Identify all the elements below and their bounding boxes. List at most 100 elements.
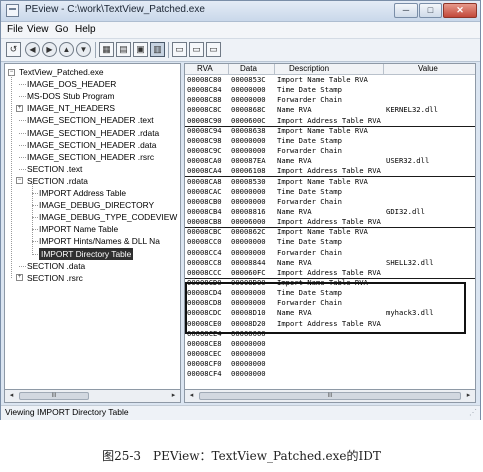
description-cell: Import Name Table RVA [277,75,368,84]
tree-item[interactable]: SECTION .text [27,163,82,175]
word-view-button[interactable]: ▤ [116,42,131,57]
table-row[interactable]: 00008CC0 00000000 Time Date Stamp [185,237,475,247]
options-button[interactable]: ▭ [189,42,204,57]
rva-cell: 00008CCC [187,267,222,277]
maximize-button[interactable]: □ [419,3,442,18]
description-cell: Import Address Table RVA [277,166,381,176]
tree-item[interactable]: SECTION .rsrc [27,272,83,284]
table-row[interactable]: 00008CAC 00000000 Time Date Stamp [185,187,475,197]
structure-view-button[interactable]: ▭ [172,42,187,57]
forward-button[interactable]: ▶ [42,42,57,57]
table-row[interactable]: 00008C98 00000000 Time Date Stamp [185,136,475,146]
rva-cell: 00008CEC [187,349,222,359]
tree-item[interactable]: MS-DOS Stub Program [27,90,115,102]
tree-horizontal-scrollbar[interactable]: ◂ III ▸ [4,390,181,403]
qword-view-icon: ▥ [153,44,162,54]
back-button[interactable]: ◀ [25,42,40,57]
tree-item[interactable]: IMPORT Hints/Names & DLL Na [39,235,160,247]
table-row[interactable]: 00008CA0 000087EA Name RVA USER32.dll [185,156,475,166]
table-row[interactable]: 00008C94 00008638 Import Name Table RVA [185,126,475,136]
table-row[interactable]: 00008CB4 00008816 Name RVA GDI32.dll [185,207,475,217]
column-rva[interactable]: RVA [197,64,213,74]
scroll-grip-icon: III [51,393,57,399]
dword-view-button[interactable]: ▣ [133,42,148,57]
scroll-left-icon[interactable]: ◂ [186,391,197,401]
expand-icon[interactable]: + [16,274,23,282]
menu-help[interactable]: Help [75,24,96,35]
table-row[interactable]: 00008CF4 00000000 [185,369,475,379]
tree-item[interactable]: TextView_Patched.exe [19,66,104,78]
table-row[interactable]: 00008C9C 00000000 Forwarder Chain [185,146,475,156]
menu-view[interactable]: View [27,24,49,35]
column-description[interactable]: Description [289,64,329,74]
table-row[interactable]: 00008CC4 00000000 Forwarder Chain [185,248,475,258]
tree-item[interactable]: IMPORT Directory Table [39,247,134,260]
data-cell: 00000000 [231,146,266,156]
data-cell: 0000868C [231,105,266,115]
up-button[interactable]: ▲ [59,42,74,57]
table-row[interactable]: 00008CBC 0000862C Import Name Table RVA [185,227,475,237]
tree-item[interactable]: IMAGE_SECTION_HEADER .rsrc [27,151,154,163]
open-button[interactable]: ↺ [6,42,21,57]
rva-cell: 00008CF4 [187,369,222,379]
tree-item[interactable]: IMAGE_SECTION_HEADER .rdata [27,127,159,139]
data-cell: 00000000 [231,135,266,145]
tree-item[interactable]: IMAGE_SECTION_HEADER .text [27,114,154,126]
table-row[interactable]: 00008CF0 00000000 [185,359,475,369]
minimize-button[interactable]: ─ [394,3,418,18]
data-cell: 000060FC [231,267,266,277]
scroll-right-icon[interactable]: ▸ [168,391,179,401]
tree-item[interactable]: SECTION .data [27,260,85,272]
tree-item[interactable]: IMAGE_SECTION_HEADER .data [27,139,156,151]
value-cell: USER32.dll [386,156,430,166]
table-row[interactable]: 00008CB0 00000000 Forwarder Chain [185,197,475,207]
table-row[interactable]: 00008C88 00000000 Forwarder Chain [185,95,475,105]
rva-cell: 00008CBC [187,227,222,237]
tree-item[interactable]: IMPORT Address Table [39,187,126,199]
tree-item[interactable]: SECTION .rdata [27,175,88,187]
tree-item[interactable]: IMAGE_NT_HEADERS [27,102,115,114]
expand-icon[interactable]: + [16,104,23,112]
tree-item[interactable]: IMAGE_DOS_HEADER [27,78,116,90]
resize-grip-icon[interactable]: ⋰ [469,408,477,417]
column-header: RVA Data Description Value [185,64,475,75]
tree-item[interactable]: IMAGE_DEBUG_TYPE_CODEVIEW [39,211,177,223]
menu-go[interactable]: Go [55,24,68,35]
column-data[interactable]: Data [240,64,257,74]
scroll-right-icon[interactable]: ▸ [463,391,474,401]
help-button[interactable]: ▭ [206,42,221,57]
data-pane[interactable]: RVA Data Description Value 00008C80 00008… [184,63,476,390]
data-horizontal-scrollbar[interactable]: ◂ III ▸ [184,390,476,403]
table-row[interactable]: 00008CEC 00000000 [185,349,475,359]
description-cell: Forwarder Chain [277,146,342,156]
qword-view-button[interactable]: ▥ [150,42,165,57]
data-cell: 00000000 [231,95,266,105]
close-button[interactable]: ✕ [443,3,477,18]
value-cell: SHELL32.dll [386,257,434,267]
title-bar[interactable]: PEview - C:\work\TextView_Patched.exe ─ … [1,1,480,22]
table-row[interactable]: 00008C8C 0000868C Name RVA KERNEL32.dll [185,105,475,115]
table-row[interactable]: 00008C80 0000853C Import Name Table RVA [185,75,475,85]
down-button[interactable]: ▼ [76,42,91,57]
rva-cell: 00008C9C [187,146,222,156]
table-row[interactable]: 00008CA8 00008530 Import Name Table RVA [185,177,475,187]
tree-item[interactable]: IMPORT Name Table [39,223,118,235]
description-cell: Name RVA [277,257,312,267]
byte-view-button[interactable]: ▦ [99,42,114,57]
scroll-thumb[interactable]: III [19,392,89,400]
table-row[interactable]: 00008C84 00000000 Time Date Stamp [185,85,475,95]
tree-item[interactable]: IMAGE_DEBUG_DIRECTORY [39,199,154,211]
menu-file[interactable]: File [7,24,23,35]
description-cell: Name RVA [277,105,312,115]
table-row[interactable]: 00008CC8 00008844 Name RVA SHELL32.dll [185,258,475,268]
description-cell: Import Name Table RVA [277,125,368,135]
back-icon: ◀ [29,45,36,54]
rva-cell: 00008CA0 [187,156,222,166]
table-row[interactable]: 00008CE8 00000000 [185,339,475,349]
tree-pane[interactable]: TextView_Patched.exe − IMAGE_DOS_HEADER MS-… [4,63,181,390]
scroll-left-icon[interactable]: ◂ [6,391,17,401]
scroll-thumb[interactable]: III [199,392,461,400]
data-cell: 000087EA [231,156,266,166]
column-value[interactable]: Value [418,64,438,74]
collapse-icon[interactable]: − [16,177,23,185]
